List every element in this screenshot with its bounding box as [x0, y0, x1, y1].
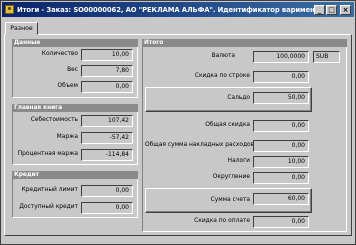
totals-window: ≡ Итоги - Заказ: SO00000062, АО "РЕКЛАМА… [0, 0, 356, 245]
currency-amount-field: 100,0000 [253, 51, 309, 63]
quantity-label: Количество [41, 51, 78, 57]
credit-header: Кредит [12, 171, 138, 179]
margin-percent-field: -114,84 [81, 149, 133, 161]
currency-code-field: SUB [313, 51, 340, 63]
currency-amount-label: Валюта [211, 53, 235, 59]
volume-field: 0,00 [81, 81, 133, 93]
round-off-field: 0,00 [253, 172, 309, 184]
invoice-total-label: Сумма счета [210, 197, 250, 203]
maximize-button[interactable]: □ [326, 4, 337, 15]
totals-header: Итого [142, 39, 347, 47]
settle-discount-label: Скидка по оплате [194, 218, 250, 224]
tab-misc[interactable]: Разное [5, 22, 38, 35]
available-credit-field: 0,00 [81, 202, 133, 214]
taxes-label: Налоги [227, 158, 250, 164]
title-bar[interactable]: ≡ Итоги - Заказ: SO00000062, АО "РЕКЛАМА… [2, 2, 354, 17]
cost-label: Себестоимость [30, 117, 78, 123]
line-discount-field: 0,00 [253, 71, 309, 83]
settle-discount-field: 0,00 [253, 216, 309, 228]
volume-label: Объем [57, 83, 79, 89]
total-discount-label: Общая скидка [205, 122, 250, 128]
misc-charges-field: 0,00 [253, 140, 309, 152]
invoice-total-field: 60,00 [253, 193, 309, 205]
margin-field: -57,42 [81, 132, 133, 144]
credit-limit-label: Кредитный лимит [21, 187, 78, 193]
window-title: Итоги - Заказ: SO00000062, АО "РЕКЛАМА А… [17, 5, 314, 14]
misc-charges-label: Общая сумма накладных расходов [145, 142, 255, 148]
weight-field: 7,80 [81, 65, 133, 77]
margin-percent-label: Процентная маржа [17, 151, 78, 157]
close-button[interactable]: × [340, 4, 351, 15]
tab-panel-misc: Данные Количество 10,00 Вес 7,80 Объем 0… [4, 34, 352, 236]
total-discount-field: 0,00 [253, 120, 309, 132]
margin-header: Главная книга [12, 104, 138, 112]
quantities-header: Данные [12, 39, 138, 47]
quantity-field: 10,00 [81, 49, 133, 61]
credit-limit-field: 0,00 [81, 185, 133, 197]
balance-label: Сальдо [227, 95, 250, 101]
round-off-label: Округление [212, 174, 250, 180]
minimize-button[interactable]: _ [314, 4, 325, 15]
document-icon: ≡ [5, 5, 14, 14]
cost-field: 107,42 [81, 115, 133, 127]
weight-label: Вес [67, 67, 78, 73]
margin-label: Маржа [56, 134, 78, 140]
balance-field: 50,00 [253, 92, 309, 104]
available-credit-label: Доступный кредит [19, 204, 78, 210]
taxes-field: 10,00 [253, 156, 309, 168]
line-discount-label: Скидка по строке [194, 73, 250, 79]
